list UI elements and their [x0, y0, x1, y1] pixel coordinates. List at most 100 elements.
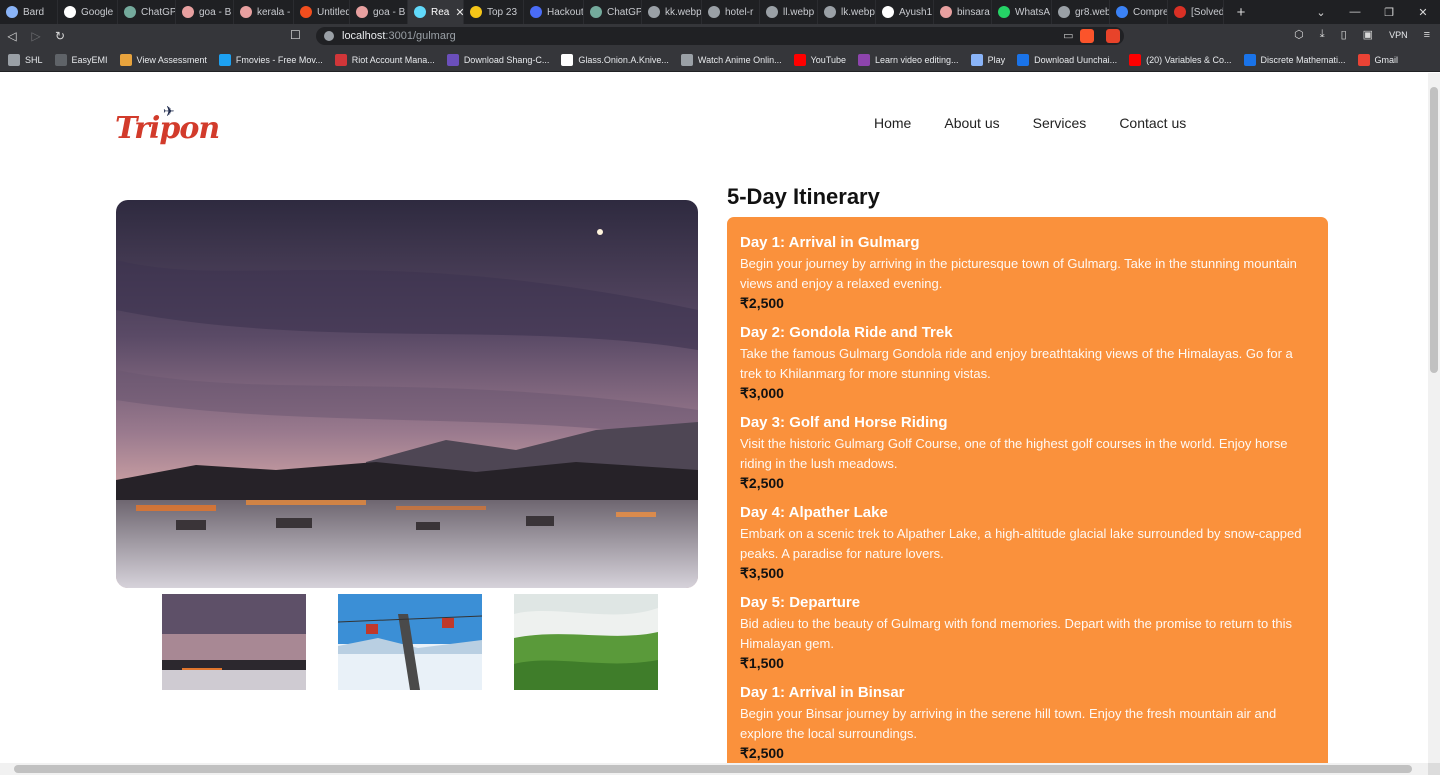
tab-label: ll.webp: [783, 6, 815, 18]
bookmark-item[interactable]: Watch Anime Onlin...: [680, 53, 782, 66]
day-title: Day 1: Arrival in Gulmarg: [740, 234, 920, 251]
tab-favicon-icon: [708, 6, 720, 18]
new-tab-button[interactable]: +: [1230, 4, 1252, 21]
browser-tab[interactable]: ll.webp: [760, 0, 818, 24]
wallet-icon[interactable]: ▣: [1363, 28, 1373, 41]
nav-home[interactable]: Home: [874, 115, 911, 131]
bookmark-item[interactable]: (20) Variables & Co...: [1129, 53, 1232, 66]
bookmark-item[interactable]: Gmail: [1357, 53, 1398, 66]
bookmark-item[interactable]: Learn video editing...: [858, 53, 959, 66]
menu-icon[interactable]: ≡: [1424, 29, 1430, 41]
bookmark-label: Play: [987, 54, 1006, 65]
day-price: ₹3,500: [740, 565, 784, 581]
close-window-icon[interactable]: ✕: [1406, 6, 1440, 19]
bookmark-item[interactable]: EasyEMI: [54, 53, 108, 66]
cast-icon[interactable]: ▭: [1063, 29, 1073, 42]
browser-tab[interactable]: Google: [58, 0, 118, 24]
browser-tab[interactable]: Bard: [0, 0, 58, 24]
browser-tab[interactable]: ChatGP: [118, 0, 176, 24]
bookmark-item[interactable]: Riot Account Mana...: [334, 53, 435, 66]
tab-favicon-icon: [1116, 6, 1128, 18]
gallery-thumb-3[interactable]: [514, 594, 658, 690]
bookmark-item[interactable]: Fmovies - Free Mov...: [218, 53, 323, 66]
bookmark-favicon-icon: [8, 53, 20, 66]
browser-tab[interactable]: [Solved]: [1168, 0, 1224, 24]
browser-tab[interactable]: binsara: [934, 0, 992, 24]
extensions-icon[interactable]: ⬡: [1294, 28, 1304, 41]
tab-search-icon[interactable]: ⌄: [1304, 6, 1338, 19]
bookmark-favicon-icon: [793, 53, 806, 66]
forward-icon[interactable]: ▷: [24, 29, 48, 43]
itinerary-day: Day 2: Gondola Ride and Trek Take the fam…: [740, 323, 1315, 402]
reload-icon[interactable]: ↻: [48, 29, 72, 43]
tab-favicon-icon: [470, 6, 482, 18]
browser-tab[interactable]: lk.webp: [818, 0, 876, 24]
bookmark-favicon-icon: [680, 53, 693, 66]
tab-favicon-icon: [1174, 6, 1186, 18]
browser-tab[interactable]: kk.webp: [642, 0, 702, 24]
itinerary-day: Day 1: Arrival in Gulmarg Begin your jour…: [740, 233, 1315, 312]
tab-favicon-icon: [240, 6, 252, 18]
bookmark-favicon-icon: [1129, 53, 1142, 66]
nav-services[interactable]: Services: [1033, 115, 1087, 131]
browser-tab[interactable]: Hackout: [524, 0, 584, 24]
back-icon[interactable]: ◁: [0, 29, 24, 43]
bookmark-favicon-icon: [1017, 53, 1030, 66]
bookmark-favicon-icon: [446, 53, 459, 66]
tab-label: kk.webp: [665, 6, 702, 18]
bookmark-item[interactable]: Play: [970, 53, 1006, 66]
tab-favicon-icon: [590, 6, 602, 18]
bookmark-item[interactable]: Download Uunchai...: [1017, 53, 1117, 66]
site-logo[interactable]: ✈ Tripon: [115, 103, 220, 146]
gallery-thumb-2[interactable]: [338, 594, 482, 690]
itinerary-panel: Day 1: Arrival in Gulmarg Begin your jour…: [727, 217, 1328, 763]
tab-label: [Solved]: [1191, 6, 1224, 18]
vertical-scrollbar[interactable]: [1428, 73, 1440, 763]
browser-tab[interactable]: goa - B: [350, 0, 408, 24]
gallery-thumb-1[interactable]: [162, 594, 306, 690]
browser-tab[interactable]: Compre: [1110, 0, 1168, 24]
bookmark-item[interactable]: SHL: [8, 53, 43, 66]
bookmark-icon[interactable]: ☐: [290, 28, 301, 42]
browser-tab[interactable]: goa - B: [176, 0, 234, 24]
day-price: ₹2,500: [740, 745, 784, 761]
bookmark-item[interactable]: Download Shang-C...: [446, 53, 549, 66]
brave-shields-icon[interactable]: [1080, 29, 1094, 43]
downloads-icon[interactable]: ⤓: [1320, 28, 1325, 41]
bookmark-item[interactable]: Discrete Mathemati...: [1243, 53, 1346, 66]
minimize-icon[interactable]: —: [1338, 6, 1372, 18]
day-title: Day 5: Departure: [740, 594, 861, 611]
url-field[interactable]: localhost:3001/gulmarg ▭ ⊕ ↗: [316, 27, 1124, 45]
nav-contact[interactable]: Contact us: [1119, 115, 1186, 131]
browser-tab[interactable]: Ayush1: [876, 0, 934, 24]
brave-rewards-icon[interactable]: [1106, 29, 1120, 43]
vpn-button[interactable]: VPN: [1389, 30, 1408, 40]
bookmark-item[interactable]: View Assessment: [119, 53, 207, 66]
browser-tab[interactable]: gr8.web: [1052, 0, 1110, 24]
horizontal-scrollbar[interactable]: [0, 763, 1428, 775]
address-bar-row: ◁ ▷ ↻ ☐ localhost:3001/gulmarg ▭ ⊕ ↗ ⬡ ⤓…: [0, 24, 1440, 48]
bookmark-item[interactable]: YouTube: [793, 53, 846, 66]
browser-tab[interactable]: Untitled: [294, 0, 350, 24]
browser-tab[interactable]: hotel-r: [702, 0, 760, 24]
site-info-icon[interactable]: [324, 31, 334, 41]
restore-icon[interactable]: ❐: [1372, 6, 1406, 19]
bookmark-label: Discrete Mathemati...: [1260, 54, 1346, 65]
day-title: Day 2: Gondola Ride and Trek: [740, 324, 953, 341]
bookmark-favicon-icon: [334, 53, 347, 66]
day-description: Bid adieu to the beauty of Gulmarg with …: [740, 616, 1293, 651]
tab-close-icon[interactable]: ✕: [455, 6, 463, 19]
tab-label: kerala -: [257, 6, 291, 18]
sidebar-icon[interactable]: ▯: [1341, 28, 1347, 41]
browser-tab[interactable]: Top 23: [464, 0, 524, 24]
browser-tab[interactable]: WhatsA: [992, 0, 1052, 24]
browser-tab[interactable]: kerala -: [234, 0, 294, 24]
bookmark-favicon-icon: [561, 53, 574, 66]
browser-tab[interactable]: ChatGP: [584, 0, 642, 24]
tab-label: binsara: [957, 6, 990, 18]
bookmark-item[interactable]: Glass.Onion.A.Knive...: [561, 53, 669, 66]
tab-label: Top 23: [487, 6, 518, 18]
browser-tab[interactable]: Rea ✕: [408, 0, 464, 24]
day-title: Day 1: Arrival in Binsar: [740, 684, 905, 701]
nav-about[interactable]: About us: [944, 115, 999, 131]
